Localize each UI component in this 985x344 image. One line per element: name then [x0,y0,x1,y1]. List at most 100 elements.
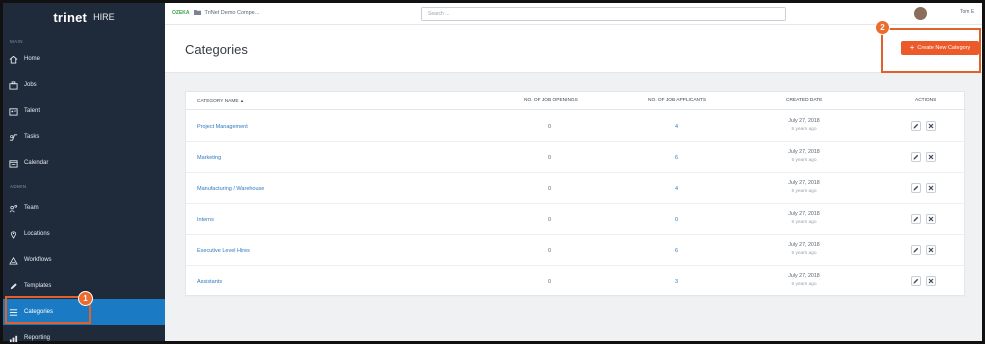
edit-button[interactable] [911,183,921,193]
pencil-icon [913,247,919,253]
sidebar-item-label: Reporting [24,335,51,341]
sidebar-item-label: Team [24,205,39,211]
sidebar-item-team[interactable]: Team [3,195,165,221]
pencil-icon [913,216,919,222]
created-date-relative: 5 years ago [791,127,817,132]
edit-button[interactable] [911,245,921,255]
sidebar-item-calendar[interactable]: Calendar [3,150,165,176]
page-title: Categories [185,42,248,57]
section-admin-label: ADMIN [10,184,27,189]
close-icon [928,216,934,222]
delete-button[interactable] [926,121,936,131]
pencil-icon [913,154,919,160]
edit-button[interactable] [911,276,921,286]
category-name-link[interactable]: Assistants [197,279,222,285]
created-date: July 27, 2018 5 years ago [769,273,839,287]
edit-button[interactable] [911,214,921,224]
workflow-icon [8,255,18,265]
close-icon [928,185,934,191]
pencil-icon [913,278,919,284]
created-date-value: July 27, 2018 [788,211,820,217]
column-category-name[interactable]: CATEGORY NAME ▲ [197,98,244,104]
job-applicants-count[interactable]: 4 [675,124,678,130]
created-date-value: July 27, 2018 [788,149,820,155]
created-date-value: July 27, 2018 [788,273,820,279]
highlight-create-button [881,28,981,73]
sidebar-item-workflows[interactable]: Workflows [3,247,165,273]
sidebar-item-jobs[interactable]: Jobs [3,72,165,98]
company-logo: OZEKA [172,10,190,16]
sidebar-item-home[interactable]: Home [3,46,165,72]
sidebar-item-label: Jobs [24,82,37,88]
sidebar-item-label: Workflows [24,257,52,263]
job-applicants-count[interactable]: 4 [675,186,678,192]
category-name-link[interactable]: Interns [197,217,214,223]
user-name[interactable]: Tom E [960,9,974,15]
page-header: Categories + Create New Category [165,25,982,73]
created-date-relative: 5 years ago [791,189,817,194]
sidebar-item-label: Talent [24,108,41,114]
column-job-openings: NO. OF JOB OPENINGS [524,98,578,103]
delete-button[interactable] [926,152,936,162]
job-openings-count: 0 [548,217,552,223]
job-openings-count: 0 [548,155,552,161]
created-date: July 27, 2018 5 years ago [769,180,839,194]
avatar[interactable] [914,7,927,20]
created-date-value: July 27, 2018 [788,180,820,186]
sidebar-item-talent[interactable]: Talent [3,98,165,124]
sidebar-item-label: Calendar [24,160,49,166]
created-date: July 27, 2018 5 years ago [769,118,839,132]
table-row: Executive Level Hires 0 6 July 27, 2018 … [186,235,966,266]
id-card-icon [8,106,18,116]
job-openings-count: 0 [548,248,552,254]
sidebar-item-tasks[interactable]: Tasks [3,124,165,150]
product-name: HIRE [93,12,115,22]
table-row: Project Management 0 4 July 27, 2018 5 y… [186,111,966,142]
close-icon [928,247,934,253]
created-date-value: July 27, 2018 [788,242,820,248]
category-name-link[interactable]: Project Management [197,124,248,130]
job-applicants-count[interactable]: 0 [675,217,678,223]
created-date: July 27, 2018 5 years ago [769,149,839,163]
job-applicants-count[interactable]: 6 [675,155,678,161]
table-row: Marketing 0 6 July 27, 2018 5 years ago [186,142,966,173]
pencil-icon [913,185,919,191]
edit-button[interactable] [911,152,921,162]
column-created-date: CREATED DATE [786,98,823,103]
search-input[interactable]: Search ... [421,7,786,21]
sidebar-item-locations[interactable]: Locations [3,221,165,247]
created-date-value: July 27, 2018 [788,118,820,124]
delete-button[interactable] [926,276,936,286]
step-badge-1: 1 [78,291,93,306]
app-logo[interactable]: trinet HIRE [3,3,165,31]
step-badge-2: 2 [875,20,890,35]
delete-button[interactable] [926,183,936,193]
top-bar: OZEKA TriNet Demo Compe... Search ... To… [165,3,982,25]
close-icon [928,278,934,284]
edit-button[interactable] [911,121,921,131]
created-date: July 27, 2018 5 years ago [769,242,839,256]
sidebar-item-reporting[interactable]: Reporting [3,325,165,344]
folder-icon [193,9,201,17]
category-name-link[interactable]: Manufacturing / Warehouse [197,186,264,192]
created-date-relative: 5 years ago [791,158,817,163]
close-icon [928,154,934,160]
job-openings-count: 0 [548,279,552,285]
delete-button[interactable] [926,214,936,224]
table-row: Assistants 0 3 July 27, 2018 5 years ago [186,266,966,297]
tasks-icon [8,132,18,142]
job-applicants-count[interactable]: 3 [675,279,678,285]
sort-asc-icon: ▲ [239,98,244,103]
company-switcher[interactable]: OZEKA TriNet Demo Compe... [172,9,259,17]
created-date-relative: 5 years ago [791,220,817,225]
created-date: July 27, 2018 5 years ago [769,211,839,225]
category-name-link[interactable]: Executive Level Hires [197,248,250,254]
job-openings-count: 0 [548,186,552,192]
job-openings-count: 0 [548,124,552,130]
brand-name: trinet [53,9,88,25]
table-row: Manufacturing / Warehouse 0 4 July 27, 2… [186,173,966,204]
delete-button[interactable] [926,245,936,255]
home-icon [8,54,18,64]
category-name-link[interactable]: Marketing [197,155,221,161]
job-applicants-count[interactable]: 6 [675,248,678,254]
